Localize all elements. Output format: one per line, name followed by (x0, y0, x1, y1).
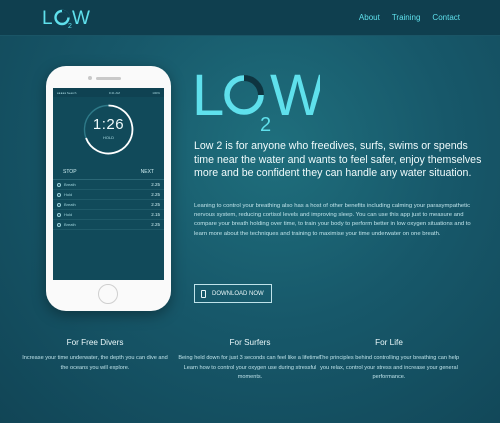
feature-free-divers: For Free Divers Increase your time under… (20, 338, 170, 373)
row-label: Breath (64, 202, 76, 207)
feature-surfers: For Surfers Being held down for just 3 s… (175, 338, 325, 383)
timer-controls: STOP NEXT (53, 165, 164, 179)
site-header: L 2 W About Training Contact (0, 0, 500, 36)
timer-label: HOLD (102, 135, 115, 140)
row-value: 2.25 (151, 182, 160, 187)
svg-text:L: L (192, 63, 223, 128)
status-time: 9:41 AM (108, 90, 120, 95)
logo-small[interactable]: L 2 W (42, 7, 90, 29)
row-label: Hold (64, 192, 73, 197)
list-item[interactable]: Breath 2.25 (53, 200, 164, 210)
feature-text: Increase your time underwater, the depth… (22, 355, 168, 371)
nav-contact[interactable]: Contact (432, 13, 460, 22)
clock-icon (57, 212, 61, 217)
clock-icon (57, 222, 61, 227)
app-screen: ●●●●● Search 9:41 AM 100% 1:26 HOLD STOP… (53, 88, 164, 280)
next-button[interactable]: NEXT (141, 169, 154, 175)
status-bar: ●●●●● Search 9:41 AM 100% (53, 88, 164, 97)
phone-home-button (98, 284, 118, 304)
list-item[interactable]: Breath 2.25 (53, 220, 164, 230)
main-nav: About Training Contact (359, 13, 460, 22)
timer-value: 1:26 (92, 116, 125, 133)
phone-mockup: ●●●●● Search 9:41 AM 100% 1:26 HOLD STOP… (46, 66, 171, 311)
row-label: Breath (64, 222, 76, 227)
clock-icon (57, 192, 61, 197)
session-list: Breath 2.25 Hold 2.25 Breath 2.25 Hold 2… (53, 179, 164, 230)
phone-speaker (96, 77, 121, 80)
download-label: DOWNLOAD NOW (212, 290, 264, 297)
phone-icon (201, 289, 206, 298)
row-value: 2.25 (151, 222, 160, 227)
feature-title: For Life (375, 338, 403, 347)
row-label: Hold (64, 212, 73, 217)
svg-text:L: L (42, 8, 52, 29)
status-carrier: ●●●●● Search (57, 90, 77, 95)
hero-description: Leaning to control your breathing also h… (194, 203, 471, 237)
clock-icon (57, 202, 61, 207)
list-item[interactable]: Hold 2.25 (53, 190, 164, 200)
row-value: 2.25 (151, 202, 160, 207)
download-button[interactable]: DOWNLOAD NOW (194, 284, 272, 303)
svg-text:W: W (270, 63, 320, 128)
stop-button[interactable]: STOP (63, 169, 77, 175)
clock-icon (57, 182, 61, 187)
feature-title: For Free Divers (66, 338, 124, 347)
feature-title: For Surfers (229, 338, 271, 347)
list-item[interactable]: Breath 2.25 (53, 180, 164, 190)
hero-title: Low 2 is for anyone who freedives, surfs… (194, 140, 482, 180)
list-item[interactable]: Hold 2.15 (53, 210, 164, 220)
feature-text: The principles behind controlling your b… (318, 355, 460, 381)
timer: 1:26 HOLD (53, 97, 164, 165)
phone-camera (88, 76, 92, 80)
row-label: Breath (64, 182, 76, 187)
nav-about[interactable]: About (359, 13, 380, 22)
hero-logo: L 2 W (192, 63, 320, 133)
row-value: 2.25 (151, 192, 160, 197)
nav-training[interactable]: Training (392, 13, 421, 22)
svg-text:W: W (72, 8, 90, 29)
feature-text: Being held down for just 3 seconds can f… (178, 355, 322, 381)
feature-life: For Life The principles behind controlli… (314, 338, 464, 383)
status-battery: 100% (152, 90, 160, 95)
row-value: 2.15 (151, 212, 160, 217)
